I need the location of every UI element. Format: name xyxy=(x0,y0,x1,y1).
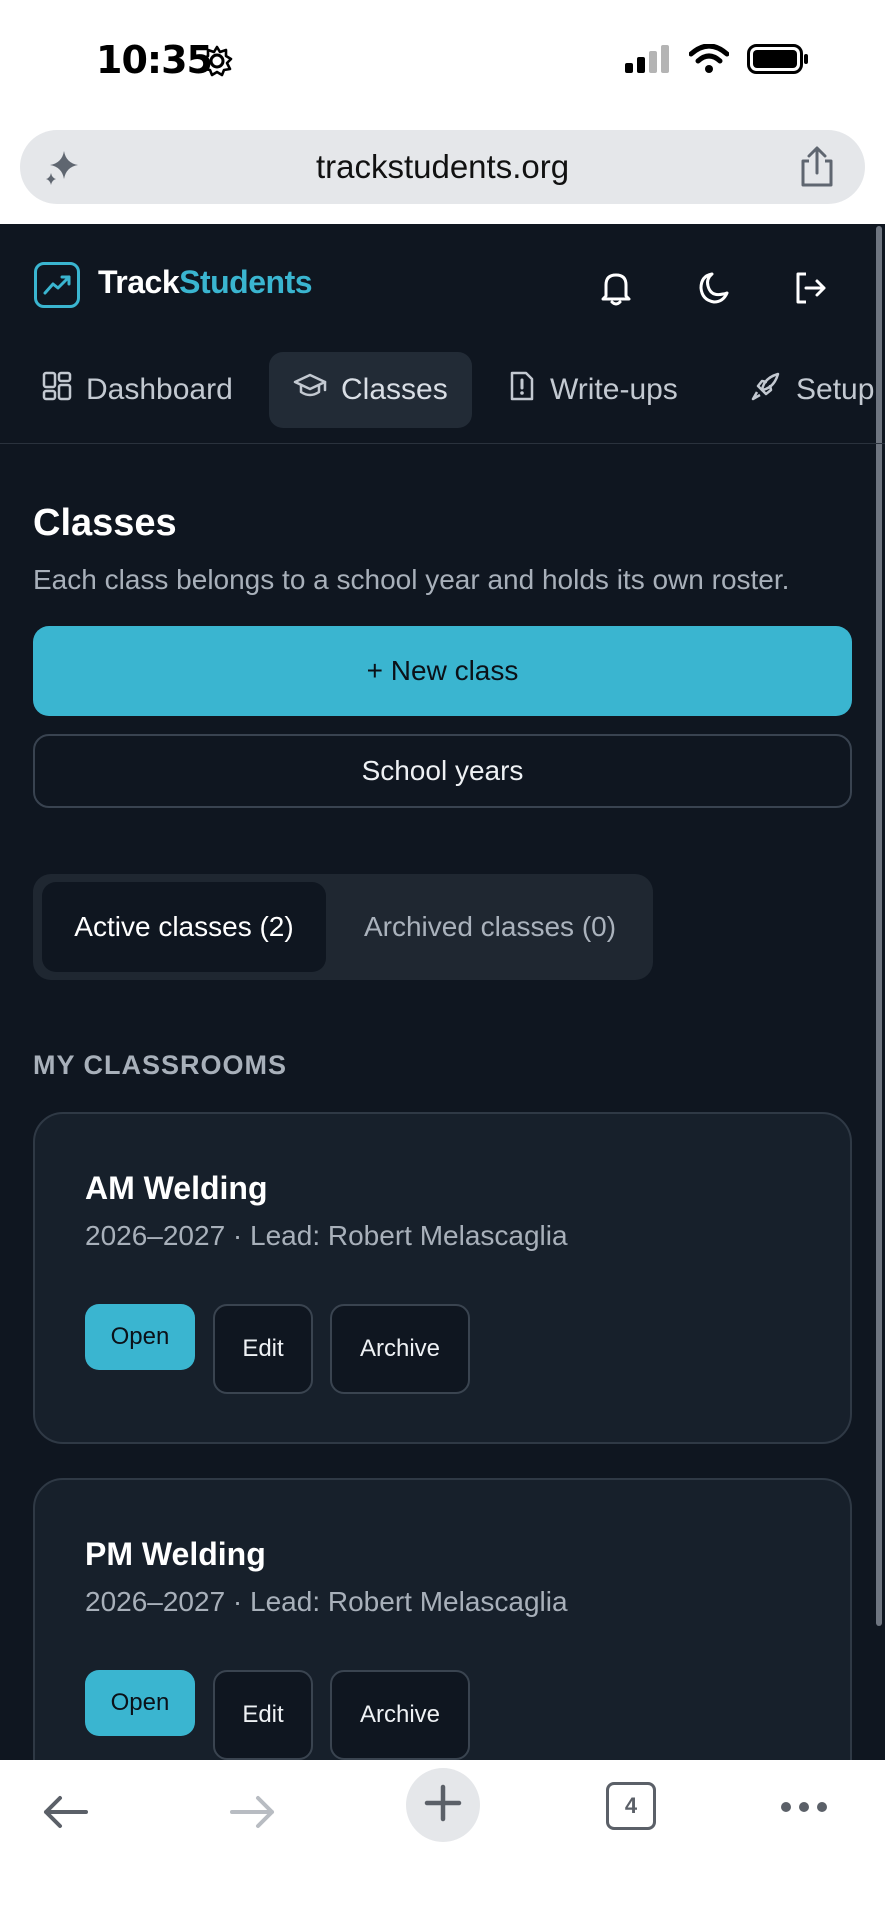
nav-label-setup: Setup xyxy=(796,373,875,406)
class-meta: 2026–2027 · Lead: Robert Melascaglia xyxy=(85,1586,568,1617)
status-bar: 10:35 xyxy=(0,0,885,120)
class-name: AM Welding xyxy=(85,1170,268,1206)
new-tab-button[interactable] xyxy=(406,1768,480,1842)
edit-class-button[interactable]: Edit xyxy=(213,1670,313,1760)
class-card: PM Welding 2026–2027 · Lead: Robert Mela… xyxy=(33,1478,852,1760)
nav-label-classes: Classes xyxy=(341,373,448,406)
forward-arrow-icon[interactable] xyxy=(228,1792,278,1837)
logout-icon[interactable] xyxy=(792,269,830,312)
school-years-button[interactable]: School years xyxy=(33,734,852,808)
status-time: 10:35 xyxy=(96,38,213,82)
page-subtitle: Each class belongs to a school year and … xyxy=(33,564,790,595)
class-filter-tabs: Active classes (2) Archived classes (0) xyxy=(33,874,653,980)
graduation-cap-icon xyxy=(293,371,327,409)
open-class-button[interactable]: Open xyxy=(85,1304,195,1370)
tabs-icon[interactable]: 4 xyxy=(606,1782,656,1830)
gear-icon xyxy=(200,44,234,83)
nav-item-write-ups[interactable]: Write-ups xyxy=(484,352,702,428)
nav-label-dashboard: Dashboard xyxy=(86,373,233,406)
class-card: AM Welding 2026–2027 · Lead: Robert Mela… xyxy=(33,1112,852,1444)
url-bar[interactable]: trackstudents.org xyxy=(20,130,865,204)
nav-item-dashboard[interactable]: Dashboard xyxy=(18,352,257,428)
archive-class-button[interactable]: Archive xyxy=(330,1304,470,1394)
back-arrow-icon[interactable] xyxy=(40,1792,90,1837)
wifi-icon xyxy=(688,43,730,79)
tab-active-classes[interactable]: Active classes (2) xyxy=(42,882,326,972)
signal-icon xyxy=(625,45,671,78)
plus-icon xyxy=(423,1783,463,1828)
nav-item-setup[interactable]: Setup xyxy=(726,352,885,428)
moon-icon[interactable] xyxy=(697,269,733,312)
bell-icon[interactable] xyxy=(598,269,634,312)
new-class-button[interactable]: + New class xyxy=(33,626,852,716)
more-icon[interactable] xyxy=(780,1800,828,1819)
brand-name[interactable]: TrackStudents xyxy=(98,264,313,301)
logo-chart-icon[interactable] xyxy=(34,262,80,308)
battery-icon xyxy=(747,44,809,79)
page-title: Classes xyxy=(33,502,177,544)
url-text[interactable]: trackstudents.org xyxy=(20,148,865,186)
section-label: MY CLASSROOMS xyxy=(33,1050,288,1080)
share-icon[interactable] xyxy=(797,145,837,194)
grid-icon xyxy=(42,371,72,409)
rocket-icon xyxy=(750,370,782,410)
brand-part-1: Track xyxy=(98,264,180,300)
class-name: PM Welding xyxy=(85,1536,266,1572)
tab-archived-classes[interactable]: Archived classes (0) xyxy=(340,882,640,972)
brand-part-2: Students xyxy=(179,264,313,300)
app-content: TrackStudents Dashboard Classes Write-up… xyxy=(0,224,885,1760)
archive-class-button[interactable]: Archive xyxy=(330,1670,470,1760)
alert-file-icon xyxy=(508,370,536,410)
edit-class-button[interactable]: Edit xyxy=(213,1304,313,1394)
nav-item-classes[interactable]: Classes xyxy=(269,352,472,428)
open-class-button[interactable]: Open xyxy=(85,1670,195,1736)
class-meta: 2026–2027 · Lead: Robert Melascaglia xyxy=(85,1220,568,1251)
main-nav: Dashboard Classes Write-ups Setup xyxy=(0,352,885,444)
nav-label-write-ups: Write-ups xyxy=(550,373,678,406)
browser-toolbar: 4 xyxy=(0,1760,885,1920)
